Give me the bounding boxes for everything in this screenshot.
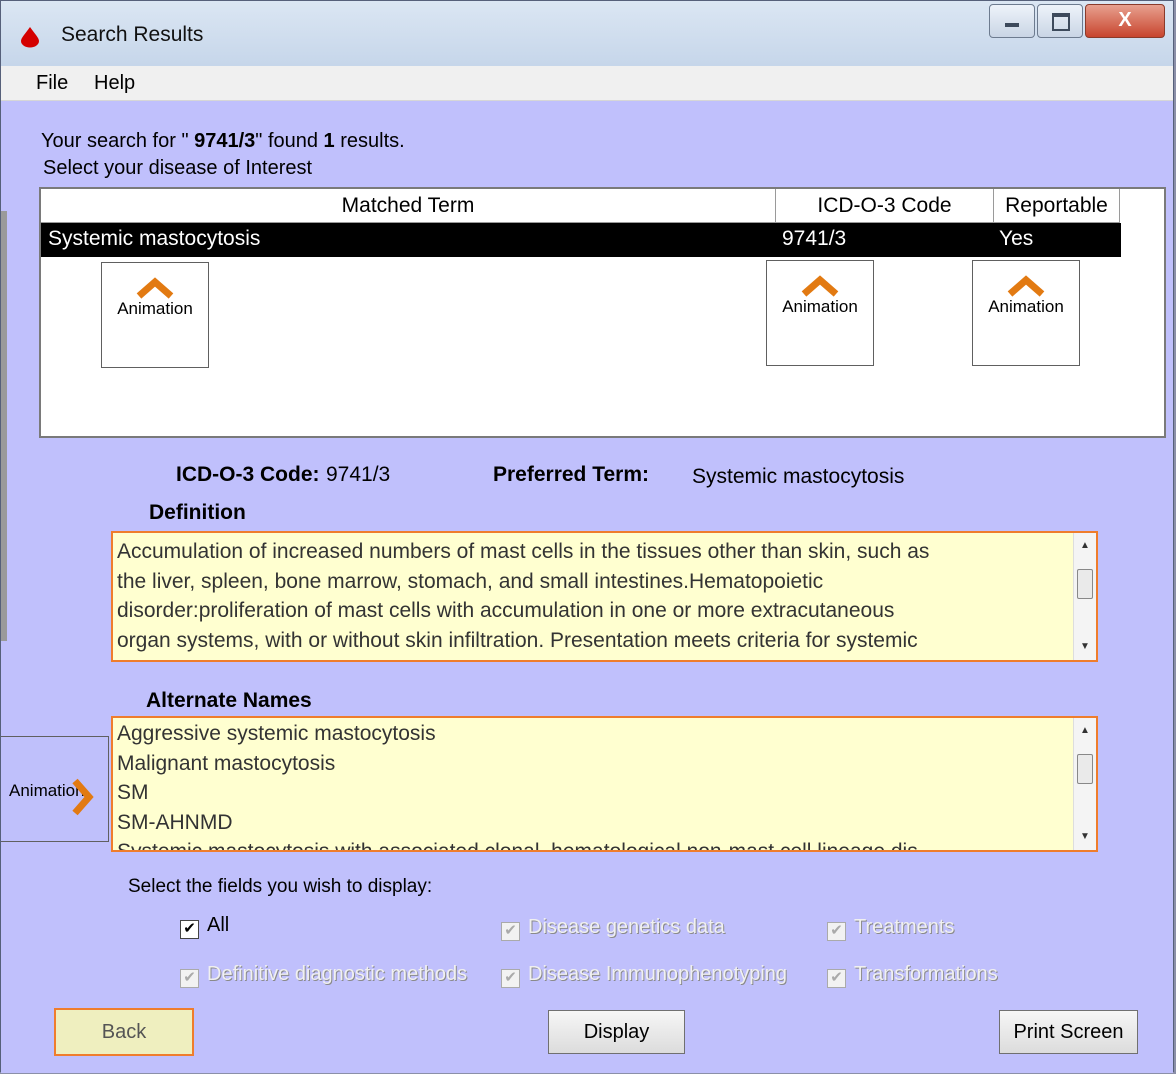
- checkbox-all-label: All: [207, 914, 230, 936]
- checkbox-treatments[interactable]: ✔ Treatments: [827, 916, 954, 941]
- menu-bar: File Help: [1, 66, 1173, 101]
- scroll-down-arrow-icon[interactable]: ▼: [1074, 638, 1096, 656]
- minimize-icon: [1005, 23, 1019, 27]
- window-left-edge: [1, 211, 7, 641]
- alternate-names-scrollbar[interactable]: ▲ ▼: [1073, 718, 1096, 850]
- scroll-thumb[interactable]: [1077, 754, 1093, 784]
- alternate-names-heading: Alternate Names: [146, 689, 312, 712]
- checkbox-transformations-box[interactable]: ✔: [827, 969, 846, 988]
- definition-textbox[interactable]: Accumulation of increased numbers of mas…: [111, 531, 1098, 662]
- select-instruction: Select your disease of Interest: [43, 157, 313, 179]
- animation-hint-matched-term: Animation: [101, 262, 209, 368]
- search-query: 9741/3: [194, 130, 256, 152]
- search-summary-middle: " found: [255, 130, 324, 152]
- checkbox-all[interactable]: ✔ All: [180, 914, 229, 939]
- chevron-right-icon: [72, 778, 94, 816]
- definition-line: Accumulation of increased numbers of mas…: [117, 540, 930, 563]
- scroll-up-arrow-icon[interactable]: ▲: [1074, 722, 1096, 740]
- scroll-down-arrow-icon[interactable]: ▼: [1074, 828, 1096, 846]
- icd-code-value: 9741/3: [326, 463, 391, 486]
- checkbox-diagnostic-methods[interactable]: ✔ Definitive diagnostic methods: [180, 963, 467, 988]
- alternate-name-item: Aggressive systemic mastocytosis: [117, 722, 436, 745]
- animation-label: Animation: [988, 297, 1064, 316]
- result-count: 1: [323, 130, 335, 152]
- chevron-up-icon: [801, 275, 839, 297]
- scroll-up-arrow-icon[interactable]: ▲: [1074, 537, 1096, 555]
- definition-heading: Definition: [149, 501, 246, 524]
- window-controls: X: [987, 4, 1165, 42]
- maximize-button[interactable]: [1037, 4, 1083, 38]
- cell-icd-code: 9741/3: [782, 227, 847, 250]
- chevron-up-icon: [1007, 275, 1045, 297]
- checkbox-immunophenotyping-box[interactable]: ✔: [501, 969, 520, 988]
- search-summary: Your search for " 9741/3" found 1 result…: [41, 130, 405, 153]
- checkbox-immunophenotyping-label: Disease Immunophenotyping: [528, 963, 788, 985]
- checkbox-treatments-label: Treatments: [854, 916, 955, 938]
- animation-hint-reportable: Animation: [972, 260, 1080, 366]
- chevron-up-icon: [136, 277, 174, 299]
- animation-hint-side: Animation: [1, 736, 109, 842]
- checkbox-treatments-box[interactable]: ✔: [827, 922, 846, 941]
- print-screen-button[interactable]: Print Screen: [999, 1010, 1138, 1054]
- column-header-icd-code[interactable]: ICD-O-3 Code: [776, 189, 994, 223]
- checkbox-diagnostic-methods-label: Definitive diagnostic methods: [207, 963, 468, 985]
- search-summary-suffix: results.: [334, 130, 405, 152]
- preferred-term-value: Systemic mastocytosis: [692, 465, 905, 488]
- fields-prompt: Select the fields you wish to display:: [128, 876, 433, 897]
- preferred-term-label: Preferred Term:: [493, 463, 650, 486]
- animation-label: Animation: [117, 299, 193, 318]
- definition-line: the liver, spleen, bone marrow, stomach,…: [117, 569, 824, 593]
- checkbox-immunophenotyping[interactable]: ✔ Disease Immunophenotyping: [501, 963, 787, 988]
- checkbox-disease-genetics-label: Disease genetics data: [528, 916, 725, 938]
- close-icon: X: [1118, 9, 1132, 31]
- definition-line: disorder:proliferation of mast cells wit…: [117, 599, 895, 622]
- search-results-window: Search Results X File Help Your search f…: [0, 0, 1174, 1073]
- display-button[interactable]: Display: [548, 1010, 685, 1054]
- scroll-thumb[interactable]: [1077, 569, 1093, 599]
- menu-help[interactable]: Help: [94, 72, 135, 95]
- column-header-matched-term[interactable]: Matched Term: [41, 189, 776, 223]
- alternate-name-item: SM: [117, 781, 149, 804]
- alternate-name-item: Systemic mastocytosis with associated cl…: [117, 840, 918, 852]
- checkbox-transformations-label: Transformations: [854, 963, 998, 985]
- title-bar[interactable]: Search Results X: [1, 1, 1173, 67]
- close-button[interactable]: X: [1085, 4, 1165, 38]
- definition-scrollbar[interactable]: ▲ ▼: [1073, 533, 1096, 660]
- menu-file[interactable]: File: [36, 72, 68, 95]
- alternate-name-item: Malignant mastocytosis: [117, 751, 336, 775]
- animation-label: Animation: [782, 297, 858, 316]
- search-summary-prefix: Your search for ": [41, 130, 195, 152]
- maximize-icon: [1052, 13, 1070, 31]
- blood-drop-icon: [21, 27, 39, 48]
- alternate-names-textbox[interactable]: Aggressive systemic mastocytosis Maligna…: [111, 716, 1098, 852]
- alternate-name-item: SM-AHNMD: [117, 810, 233, 834]
- checkbox-disease-genetics[interactable]: ✔ Disease genetics data: [501, 916, 725, 941]
- checkbox-disease-genetics-box[interactable]: ✔: [501, 922, 520, 941]
- checkbox-all-box[interactable]: ✔: [180, 920, 199, 939]
- cell-reportable: Yes: [999, 227, 1034, 250]
- cell-matched-term: Systemic mastocytosis: [48, 227, 261, 250]
- animation-hint-icd-code: Animation: [766, 260, 874, 366]
- column-header-reportable[interactable]: Reportable: [994, 189, 1120, 223]
- checkbox-diagnostic-methods-box[interactable]: ✔: [180, 969, 199, 988]
- checkbox-transformations[interactable]: ✔ Transformations: [827, 963, 998, 988]
- icd-code-label: ICD-O-3 Code:: [176, 463, 320, 486]
- main-content: Your search for " 9741/3" found 1 result…: [1, 101, 1173, 1073]
- window-title: Search Results: [61, 23, 204, 46]
- definition-line: organ systems, with or without skin infi…: [117, 628, 918, 652]
- back-button[interactable]: Back: [54, 1008, 194, 1056]
- minimize-button[interactable]: [989, 4, 1035, 38]
- table-row[interactable]: Systemic mastocytosis 9741/3 Yes: [41, 223, 1121, 257]
- results-table: Matched Term ICD-O-3 Code Reportable Sys…: [39, 187, 1166, 438]
